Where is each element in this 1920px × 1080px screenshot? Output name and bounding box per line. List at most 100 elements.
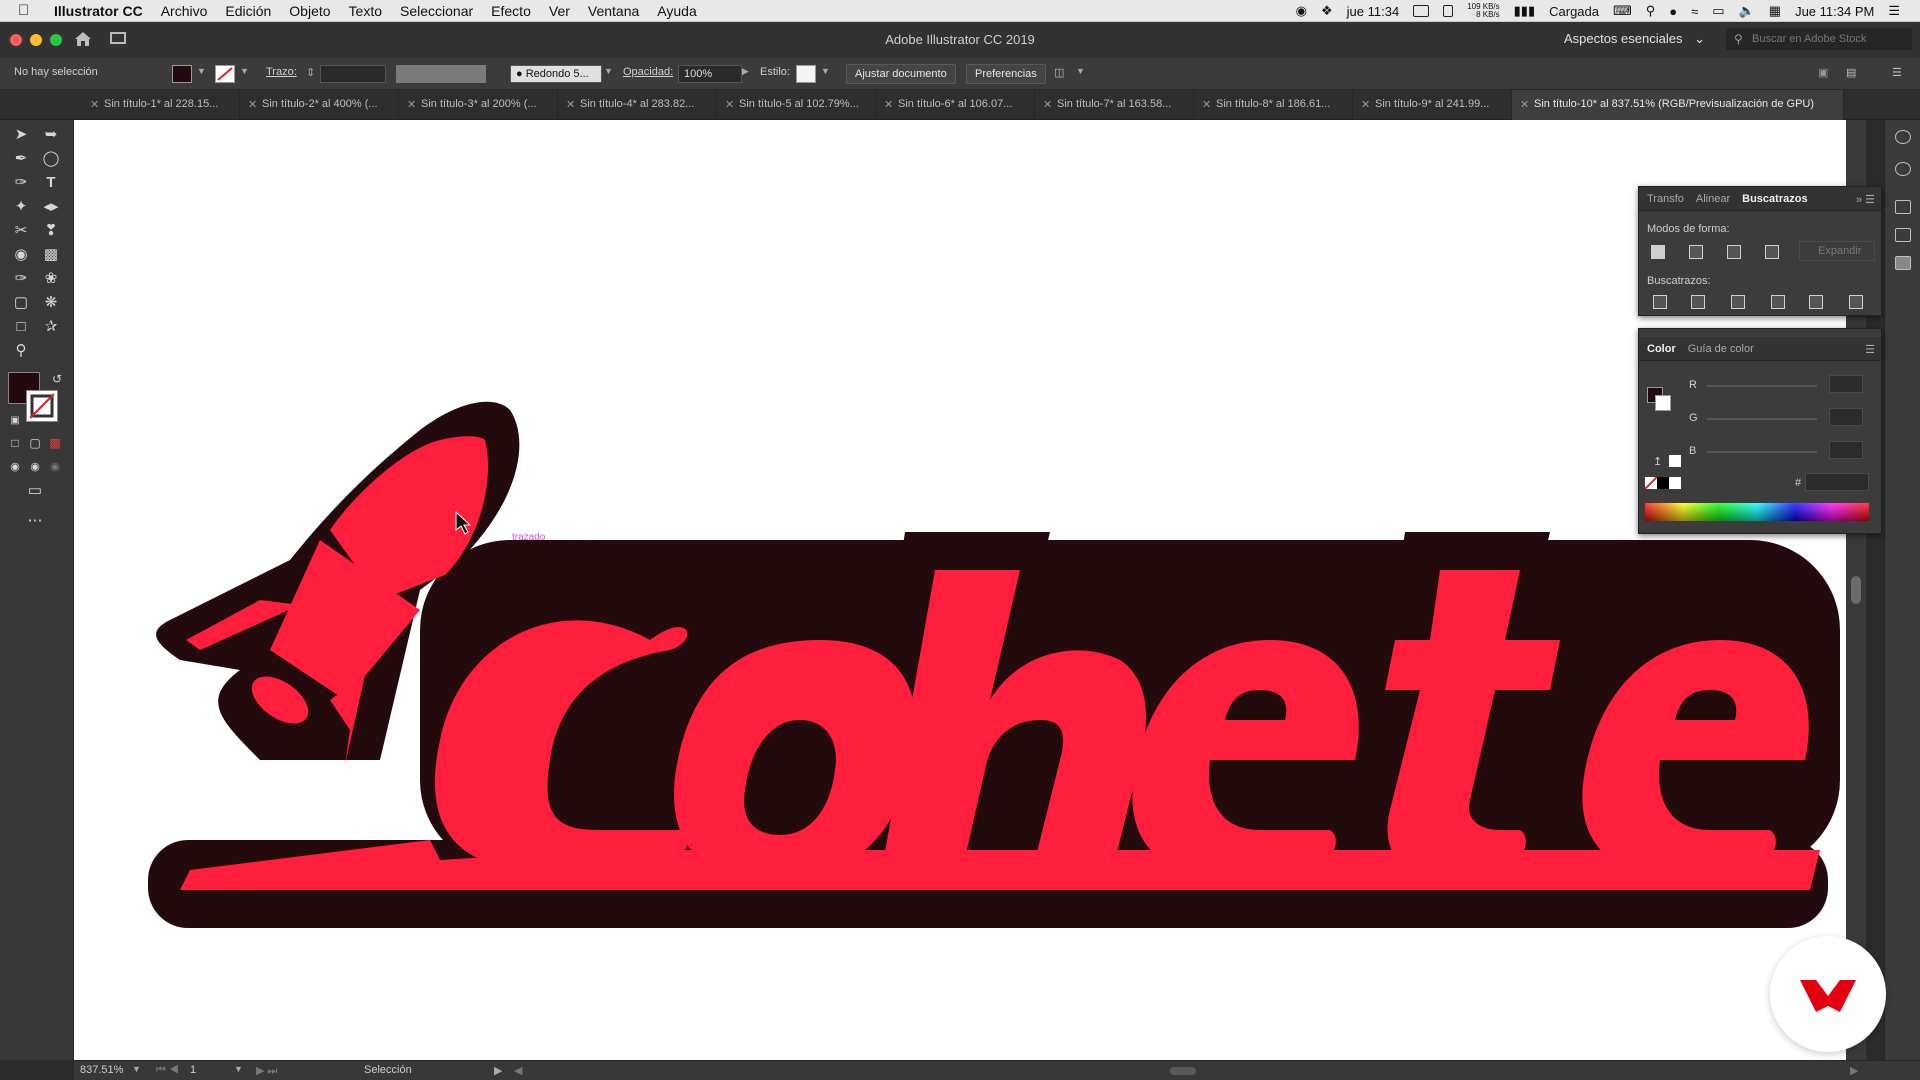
- apple-icon[interactable]: : [18, 2, 40, 19]
- chevron-down-icon[interactable]: ▼: [1076, 66, 1085, 76]
- selection-tool-icon[interactable]: ➤: [10, 124, 32, 146]
- eyedropper-tool-icon[interactable]: ✑: [10, 268, 32, 290]
- close-icon[interactable]: ✕: [884, 98, 893, 111]
- slider-g[interactable]: [1707, 418, 1817, 420]
- chevron-right-icon[interactable]: ▶: [1850, 1064, 1858, 1077]
- magic-wand-icon[interactable]: ✦: [10, 196, 32, 218]
- default-colors-icon[interactable]: ▣: [4, 410, 26, 432]
- keyboard-icon[interactable]: ⌨: [1613, 3, 1632, 19]
- fill-swatch[interactable]: [172, 65, 192, 83]
- blend-tool-icon[interactable]: ❀: [40, 268, 62, 290]
- tab-document-3[interactable]: ✕ Sin título-3* al 200% (...: [399, 90, 558, 120]
- tab-document-1[interactable]: ✕ Sin título-1* al 228.15...: [82, 90, 240, 120]
- canvas-area[interactable]: trazado: [74, 120, 1866, 1060]
- preferences-button[interactable]: Preferencias: [966, 64, 1046, 84]
- chevron-right-icon[interactable]: ▶: [494, 1064, 502, 1077]
- chevron-down-icon[interactable]: ▼: [197, 66, 206, 76]
- cc-libraries-icon[interactable]: [1895, 130, 1911, 144]
- menu-ver[interactable]: Ver: [549, 3, 570, 19]
- dropbox-icon[interactable]: ❖: [1321, 3, 1333, 19]
- network-speed[interactable]: 109 KB/s 8 KB/s: [1467, 3, 1499, 19]
- battery-icon[interactable]: ▮▮▮: [1514, 3, 1535, 19]
- tab-pathfinder[interactable]: Buscatrazos: [1742, 193, 1807, 205]
- battery-status-icon[interactable]: ▦: [1769, 3, 1781, 19]
- trim-button[interactable]: [1691, 295, 1705, 309]
- more-tools-icon[interactable]: ⋯: [24, 510, 46, 532]
- free-transform-icon[interactable]: ▢: [10, 292, 32, 314]
- menu-efecto[interactable]: Efecto: [491, 3, 531, 19]
- artboard-tool-icon[interactable]: □: [10, 316, 32, 338]
- close-icon[interactable]: ✕: [90, 98, 99, 111]
- value-b[interactable]: [1829, 441, 1863, 459]
- stroke-swatch[interactable]: [215, 65, 235, 83]
- opacity-field[interactable]: 100%: [678, 65, 742, 83]
- close-icon[interactable]: ✕: [1361, 98, 1370, 111]
- chevron-down-icon[interactable]: ▼: [132, 1064, 141, 1074]
- artboard-nav-icon[interactable]: ⏮ ◀: [156, 1064, 179, 1077]
- quick-actions-icon[interactable]: ◫: [1054, 66, 1064, 79]
- direct-selection-tool-icon[interactable]: ➥: [40, 124, 62, 146]
- menu-archivo[interactable]: Archivo: [161, 3, 208, 19]
- battery-label[interactable]: Cargada: [1549, 4, 1599, 19]
- airplay-icon[interactable]: ▭: [1712, 3, 1724, 19]
- tab-document-4[interactable]: ✕ Sin título-4* al 283.82...: [558, 90, 717, 120]
- zoom-level[interactable]: 837.51%: [80, 1064, 123, 1076]
- minus-front-button[interactable]: [1689, 245, 1703, 259]
- hex-field[interactable]: [1805, 473, 1869, 491]
- menu-ventana[interactable]: Ventana: [588, 3, 639, 19]
- slider-r[interactable]: [1707, 385, 1817, 387]
- paintbrush-tool-icon[interactable]: ✑: [10, 172, 32, 194]
- reflect-tool-icon[interactable]: ◂▸: [40, 196, 62, 218]
- isolation-icon[interactable]: ▣: [1818, 66, 1828, 79]
- color-spectrum[interactable]: [1645, 503, 1869, 521]
- panel-menu-icon[interactable]: » ☰: [1856, 193, 1875, 206]
- scissors-tool-icon[interactable]: ✂: [10, 220, 32, 242]
- white-chip[interactable]: [1669, 455, 1681, 467]
- stroke-color-box[interactable]: [26, 390, 58, 422]
- menu-edicion[interactable]: Edición: [225, 3, 271, 19]
- tab-document-2[interactable]: ✕ Sin título-2* al 400% (...: [240, 90, 399, 120]
- merge-button[interactable]: [1731, 295, 1745, 309]
- width-tool-icon[interactable]: ❣: [40, 220, 62, 242]
- clock[interactable]: Jue 11:34 PM: [1795, 4, 1874, 19]
- white-chip[interactable]: [1669, 477, 1681, 489]
- stroke-label[interactable]: Trazo:: [266, 66, 297, 78]
- panel-menu-icon[interactable]: ☰: [1865, 343, 1875, 356]
- draw-normal-icon[interactable]: ◉: [4, 456, 26, 478]
- chevron-right-icon[interactable]: ▶: [742, 66, 749, 77]
- current-tool-label[interactable]: Selección: [364, 1064, 412, 1076]
- brush-definition[interactable]: ● Redondo 5...: [510, 65, 602, 83]
- close-icon[interactable]: ✕: [1043, 98, 1052, 111]
- control-bar-menu-icon[interactable]: ☰: [1892, 66, 1902, 79]
- chevron-down-icon[interactable]: ▼: [234, 1064, 243, 1074]
- value-g[interactable]: [1829, 408, 1863, 426]
- panel-stroke-swatch[interactable]: [1655, 395, 1671, 411]
- memory-icon[interactable]: [1443, 5, 1454, 17]
- close-icon[interactable]: ✕: [248, 98, 257, 111]
- none-chip[interactable]: [1644, 476, 1658, 490]
- outline-button[interactable]: [1809, 295, 1823, 309]
- align-panel-icon[interactable]: ▤: [1846, 66, 1856, 79]
- graphic-style-swatch[interactable]: [796, 65, 816, 83]
- screen-mode-icon[interactable]: ▭: [24, 480, 46, 502]
- crop-button[interactable]: [1771, 295, 1785, 309]
- record-icon[interactable]: ◉: [1296, 3, 1307, 19]
- black-chip[interactable]: [1657, 477, 1669, 489]
- tab-transform[interactable]: Transfo: [1647, 193, 1684, 205]
- symbol-sprayer-icon[interactable]: ❋: [40, 292, 62, 314]
- exclude-button[interactable]: [1765, 245, 1779, 259]
- tab-document-7[interactable]: ✕ Sin título-7* al 163.58...: [1035, 90, 1194, 120]
- close-icon[interactable]: ✕: [407, 98, 416, 111]
- menu-ayuda[interactable]: Ayuda: [657, 3, 696, 19]
- artboard-number[interactable]: 1: [190, 1064, 196, 1076]
- adobe-stock-search[interactable]: ⚲ Buscar en Adobe Stock: [1726, 28, 1912, 50]
- tab-color[interactable]: Color: [1647, 343, 1676, 355]
- close-icon[interactable]: ✕: [566, 98, 575, 111]
- variable-width-profile[interactable]: [396, 65, 486, 83]
- close-icon[interactable]: ✕: [1520, 98, 1529, 111]
- value-r[interactable]: [1829, 375, 1863, 393]
- tray-time[interactable]: jue 11:34: [1347, 4, 1400, 19]
- tab-document-5[interactable]: ✕ Sin título-5 al 102.79%...: [717, 90, 876, 120]
- divide-button[interactable]: [1653, 295, 1667, 309]
- align-icon[interactable]: [1895, 228, 1911, 242]
